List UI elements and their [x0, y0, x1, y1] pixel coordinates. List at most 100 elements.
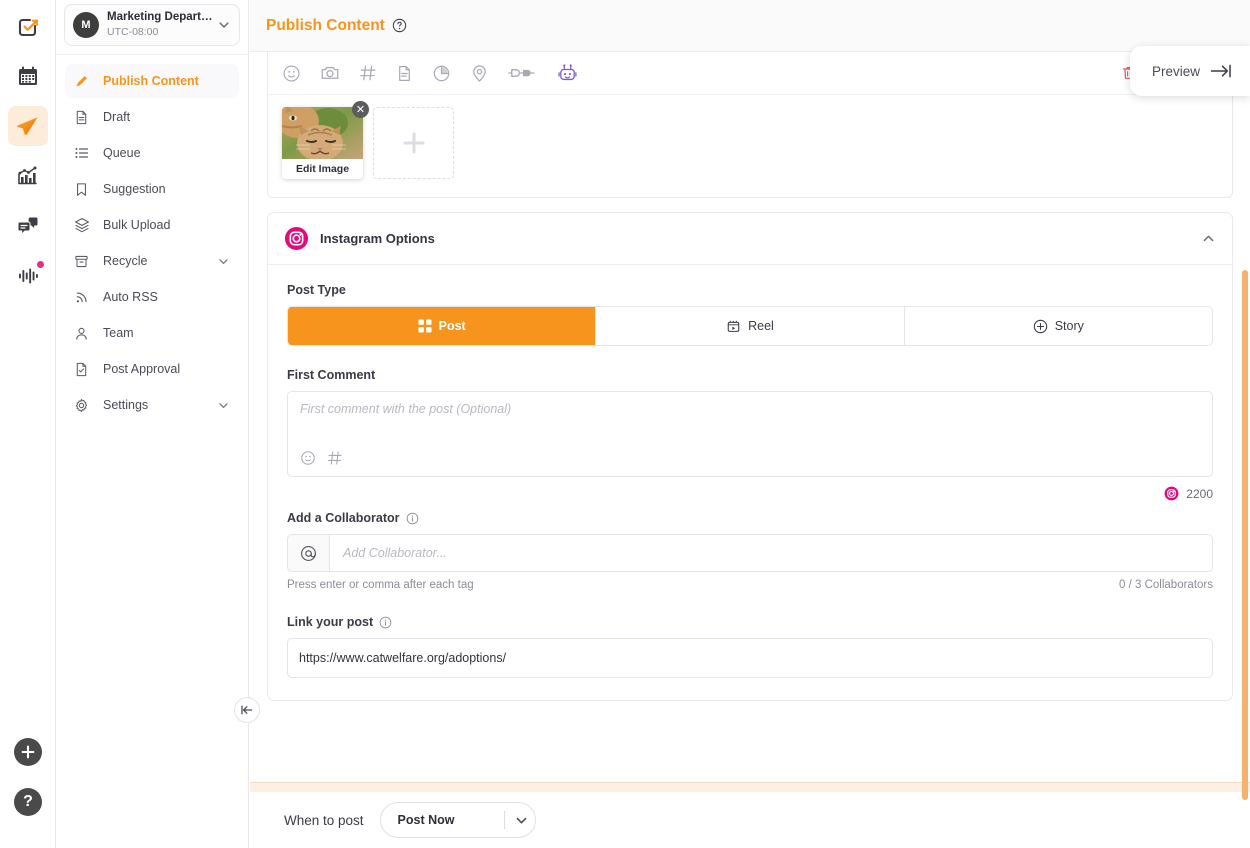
listening-icon	[16, 264, 40, 288]
close-icon[interactable]: ✕	[352, 101, 369, 118]
content-scrollbar[interactable]	[1242, 270, 1248, 800]
emoji-icon[interactable]	[282, 64, 301, 83]
collaborator-section: Add a Collaborator Add Collaborator... P…	[287, 511, 1213, 591]
main-area: Publish Content ✕ Edit Image Instagram O…	[250, 0, 1250, 848]
add-media-button[interactable]	[373, 107, 454, 179]
collaborator-input[interactable]: Add Collaborator...	[329, 534, 1213, 572]
sidebar-item-publish-content[interactable]: Publish Content	[65, 64, 239, 98]
emoji-icon[interactable]	[300, 450, 316, 466]
link-post-input[interactable]: https://www.catwelfare.org/adoptions/	[287, 638, 1213, 678]
sidebar-item-recycle[interactable]: Recycle	[65, 244, 239, 278]
plug-icon[interactable]	[508, 65, 538, 81]
help-button[interactable]: ?	[14, 788, 42, 816]
divider	[503, 811, 505, 829]
info-icon[interactable]	[379, 616, 392, 629]
ai-bot-icon[interactable]	[557, 63, 578, 84]
reel-icon	[726, 319, 741, 334]
rail-item-publish[interactable]	[7, 106, 48, 146]
sidebar-item-label: Bulk Upload	[103, 218, 171, 232]
post-type-option-story[interactable]: Story	[905, 307, 1212, 345]
list-icon	[74, 145, 92, 161]
user-icon	[74, 326, 92, 341]
sidebar-item-label: Publish Content	[103, 74, 199, 88]
hashtag-icon[interactable]	[327, 450, 343, 466]
notification-dot	[36, 261, 44, 268]
when-to-post-select[interactable]: Post Now	[379, 802, 536, 838]
document-icon[interactable]	[396, 65, 413, 82]
post-type-option-post[interactable]: Post	[288, 307, 597, 345]
rail-item-calendar[interactable]	[8, 56, 48, 96]
instagram-icon	[284, 226, 309, 251]
edit-image-button[interactable]: Edit Image	[282, 159, 363, 179]
analytics-icon	[16, 164, 40, 188]
first-comment-label: First Comment	[287, 368, 376, 382]
question-circle-icon[interactable]	[392, 18, 407, 33]
sidebar-item-label: Draft	[103, 110, 131, 124]
when-to-post-label: When to post	[284, 812, 364, 828]
chevron-up-icon[interactable]	[1201, 231, 1216, 246]
instagram-icon	[1164, 486, 1179, 501]
collaborator-count: 0 / 3 Collaborators	[1119, 579, 1213, 591]
plus-circle-icon	[1033, 319, 1048, 334]
rail-item-listening[interactable]	[8, 256, 48, 296]
instagram-options-header[interactable]: Instagram Options	[268, 213, 1232, 265]
sidebar-item-queue[interactable]: Queue	[65, 136, 239, 170]
poll-icon[interactable]	[432, 64, 451, 83]
publish-icon	[15, 114, 40, 139]
sidebar-item-label: Team	[103, 326, 134, 340]
sidebar-item-auto-rss[interactable]: Auto RSS	[65, 280, 239, 314]
when-to-post-value: Post Now	[397, 813, 455, 827]
sidebar-item-draft[interactable]: Draft	[65, 100, 239, 134]
preview-label: Preview	[1151, 63, 1200, 79]
arrow-to-right-icon	[1210, 63, 1232, 79]
sidebar-item-label: Recycle	[103, 254, 148, 268]
post-type-option-reel[interactable]: Reel	[596, 307, 905, 345]
chevron-down-icon	[217, 255, 230, 268]
collaborator-label: Add a Collaborator	[287, 511, 400, 525]
hashtag-icon[interactable]	[359, 64, 377, 82]
media-thumbnail[interactable]: ✕ Edit Image	[282, 101, 369, 179]
rail-bottom-actions: ?	[0, 738, 56, 838]
page-header: Publish Content	[250, 0, 1250, 52]
account-text: Marketing Departm... UTC-08:00	[107, 11, 217, 39]
first-comment-input[interactable]: First comment with the post (Optional)	[287, 391, 1213, 477]
info-icon[interactable]	[406, 512, 419, 525]
first-comment-section: First Comment First comment with the pos…	[287, 368, 1213, 501]
grid-icon	[418, 319, 432, 333]
first-comment-counter: 2200	[287, 486, 1213, 501]
instagram-options-body: Post Type Post Reel Story First Comment …	[268, 265, 1232, 700]
post-type-option-label: Story	[1054, 319, 1084, 333]
account-selector[interactable]: M Marketing Departm... UTC-08:00	[64, 4, 240, 46]
link-post-label: Link your post	[287, 615, 374, 629]
sidebar-item-post-approval[interactable]: Post Approval	[65, 352, 239, 386]
location-icon[interactable]	[470, 64, 489, 83]
post-type-option-label: Post	[438, 319, 466, 333]
sidebar-item-suggestion[interactable]: Suggestion	[65, 172, 239, 206]
post-type-option-label: Reel	[748, 319, 774, 333]
instagram-options-card: Instagram Options Post Type Post Reel St…	[267, 212, 1233, 701]
sidebar-item-label: Suggestion	[103, 182, 166, 196]
add-button[interactable]	[14, 738, 42, 766]
collaborator-hint: Press enter or comma after each tag	[287, 579, 474, 591]
sidebar-item-team[interactable]: Team	[65, 316, 239, 350]
sidebar-collapse-button[interactable]	[234, 697, 260, 723]
rail-item-analytics[interactable]	[8, 156, 48, 196]
sidebar: M Marketing Departm... UTC-08:00 Publish…	[56, 0, 249, 848]
content-scroll-area[interactable]: 2175 ✕	[250, 52, 1250, 848]
composer-toolbar: 2175	[268, 52, 1232, 95]
instagram-options-title: Instagram Options	[320, 231, 435, 246]
rail-item-tasks[interactable]	[8, 6, 48, 46]
chevron-down-icon	[217, 18, 231, 32]
chevron-down-icon	[514, 813, 529, 828]
sidebar-item-settings[interactable]: Settings	[65, 388, 239, 422]
camera-icon[interactable]	[320, 63, 340, 83]
sidebar-item-bulk-upload[interactable]: Bulk Upload	[65, 208, 239, 242]
collaborator-hint-row: Press enter or comma after each tag 0 / …	[287, 579, 1213, 591]
sidebar-item-label: Post Approval	[103, 362, 181, 376]
link-post-label-row: Link your post	[287, 615, 1213, 629]
rail-item-engage[interactable]	[8, 206, 48, 246]
calendar-icon	[16, 64, 40, 88]
post-type-segmented-control: Post Reel Story	[287, 306, 1213, 346]
preview-toggle[interactable]: Preview	[1129, 46, 1250, 96]
account-name: Marketing Departm...	[107, 11, 217, 23]
